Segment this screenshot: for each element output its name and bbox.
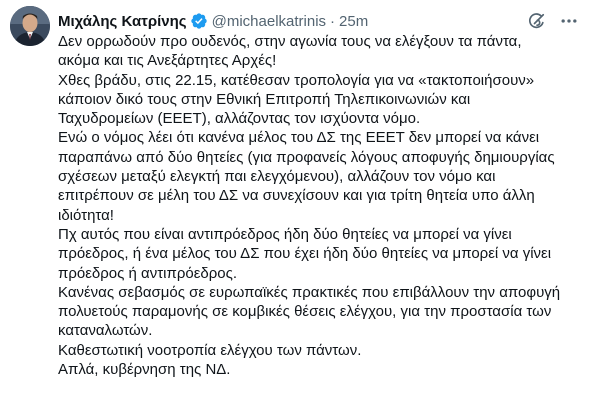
- grok-icon[interactable]: [527, 11, 547, 31]
- tweet: Μιχάλης Κατρίνης @michaelkatrinis · 25m: [0, 0, 589, 400]
- separator-dot: ·: [330, 12, 336, 30]
- tweet-text-line: καταναλωτών.: [58, 322, 153, 340]
- tweet-text-line: Κανένας σεβασμός σε ευρωπαϊκές πρακτικές…: [58, 283, 561, 301]
- tweet-text-line: πολυετούς παραμονής σε κομβικές θέσεις ε…: [58, 303, 552, 321]
- tweet-text-line: πρόεδρος, ή ένα μέλος του ΔΣ που έχει ήδ…: [58, 245, 552, 263]
- tweet-text-line: Χθες βράδυ, στις 22.15, κατέθεσαν τροπολ…: [58, 71, 535, 89]
- tweet-text-line: πρόεδρος ή αντιπρόεδρος.: [58, 264, 238, 282]
- tweet-header: Μιχάλης Κατρίνης @michaelkatrinis · 25m: [58, 10, 575, 32]
- tweet-text-line: ακόμα και τις Ανεξάρτητες Αρχές!: [58, 52, 277, 70]
- tweet-text-line: Πχ αυτός που είναι αντιπρόεδρος ήδη δύο …: [58, 225, 512, 243]
- avatar[interactable]: [10, 6, 50, 46]
- tweet-text-line: Δεν ορρωδούν προ ουδενός, στην αγωνία το…: [58, 33, 522, 50]
- tweet-actions: [527, 11, 579, 31]
- tweet-text-line: ιδιότητα!: [58, 206, 114, 224]
- verified-badge-icon: [190, 12, 208, 30]
- tweet-text-line: Απλά, κυβέρνηση της ΝΔ.: [58, 361, 231, 379]
- timestamp[interactable]: 25m: [339, 13, 368, 30]
- tweet-text: Δεν ορρωδούν προ ουδενός, στην αγωνία το…: [58, 32, 586, 379]
- tweet-text-line: επιτρέπουν σε μέλη του ΔΣ να συνεχίσουν …: [58, 187, 535, 205]
- author-handle[interactable]: @michaelkatrinis: [212, 13, 326, 30]
- author-name[interactable]: Μιχάλης Κατρίνης: [58, 13, 187, 30]
- tweet-text-line: κάποιον δικό τους στην Εθνική Επιτροπή Τ…: [58, 90, 471, 108]
- tweet-text-line: Ταχυδρομείων (ΕΕΕΤ), αλλάζοντας τον ισχύ…: [58, 110, 421, 128]
- more-options-icon[interactable]: [559, 11, 579, 31]
- tweet-text-line: σχέσεων μεταξύ ελεγκτή παι ελεγχόμενου),…: [58, 168, 496, 186]
- tweet-text-line: παραπάνω από δύο θητείες (για προφανείς …: [58, 148, 555, 166]
- tweet-text-line: Ενώ ο νόμος λέει ότι κανένα μέλος του ΔΣ…: [58, 129, 540, 147]
- tweet-text-line: Καθεστωτική νοοτροπία ελέγχου των πάντων…: [58, 341, 362, 359]
